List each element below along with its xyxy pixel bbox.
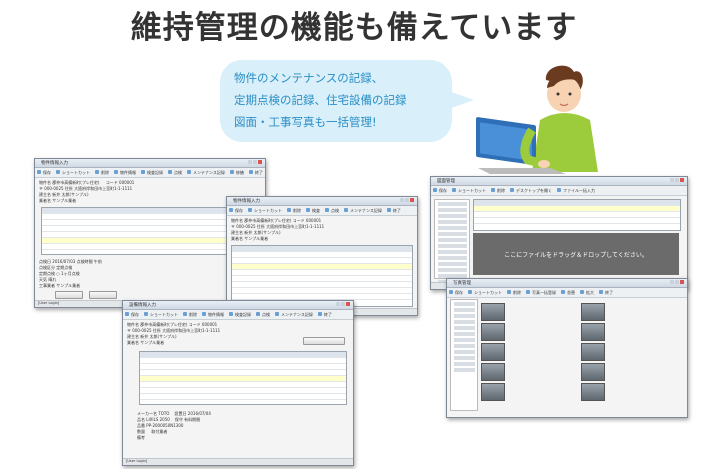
photo-management-window: 写真管理 保存 ショートカット 削除 写真一括登録 並替 拡大 終了 <box>446 278 688 418</box>
file-drop-zone[interactable]: ここにファイルをドラッグ＆ドロップしてください。 <box>473 233 679 275</box>
bubble-line-2: 定期点検の記録、住宅設備の記録 <box>234 93 407 107</box>
file-drop-window: 図面管理 保存 ショートカット 削除 デスクトップを開く ファイル一括入力 ここにファイ… <box>430 176 688 290</box>
person-laptop-illustration <box>476 65 598 174</box>
equipment-record-window: 設備情報入力 保存 ショートカット 削除 物件情報 検査記録 点検 メンテナンス記録 終了 物… <box>122 300 354 466</box>
speech-bubble: 物件のメンテナンスの記録、 定期点検の記録、住宅設備の記録 図面・工事写真も一括… <box>220 60 474 142</box>
maintenance-list-window: 物件情報入力 保存 ショートカット 削除 検査 点検 メンテナンス記録 終了 物件名 郡仲市… <box>226 196 418 316</box>
bubble-line-3: 図面・工事写真も一括管理! <box>234 115 377 129</box>
headline: 維持管理の機能も備えています <box>130 10 578 46</box>
bubble-line-1: 物件のメンテナンスの記録、 <box>234 71 384 85</box>
